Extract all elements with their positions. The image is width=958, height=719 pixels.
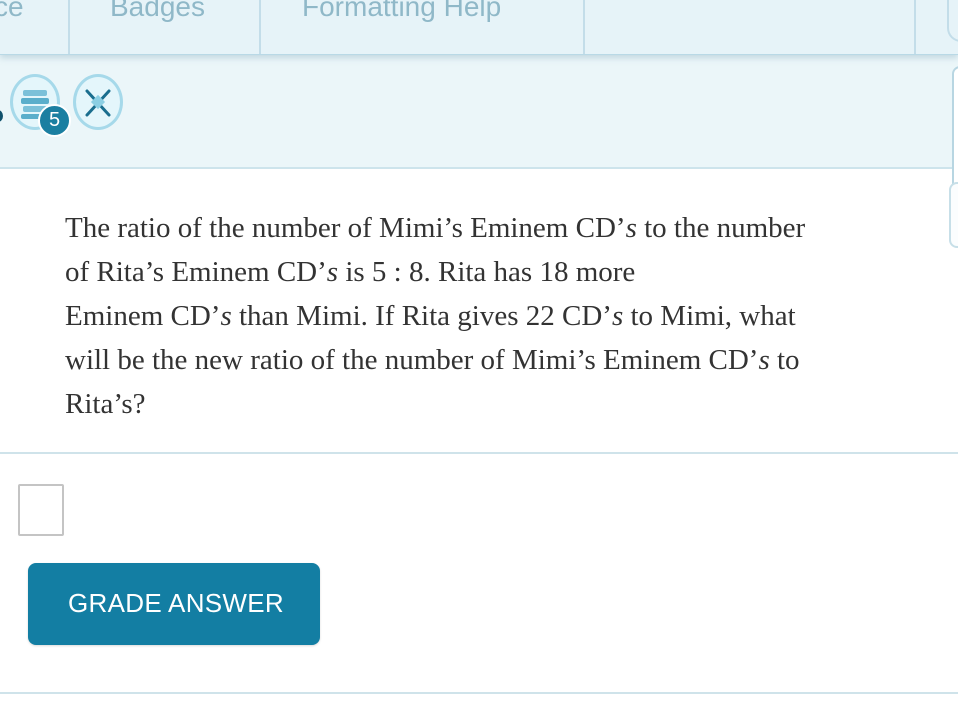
question-text: The ratio of the number of Mimi’s Eminem… (65, 206, 895, 426)
math-variable: s (220, 300, 232, 332)
math-variable: s (625, 212, 637, 244)
question-line: Rita’s? (65, 388, 146, 420)
tab-badges[interactable]: Badges (70, 0, 261, 54)
tab-bar-edge (947, 0, 958, 42)
tools-badge-icon[interactable] (73, 74, 123, 130)
section-divider (0, 452, 958, 454)
math-variable: s (326, 256, 339, 288)
question-line: Eminem CD’s than Mimi. If Rita gives 22 … (65, 294, 895, 338)
question-fragment: The ratio of the number of Mimi’s Eminem… (65, 212, 626, 244)
tab-badges-label: Badges (110, 0, 205, 22)
question-fragment: is 5 : 8. Rita has 18 more (338, 256, 636, 288)
question-fragment: to (769, 344, 800, 376)
section-divider (0, 692, 958, 694)
math-variable: s (611, 300, 624, 332)
answer-input[interactable] (18, 484, 64, 536)
grade-answer-button[interactable]: GRADE ANSWER (28, 563, 320, 645)
question-line: of Rita’s Eminem CD’s is 5 : 8. Rita has… (65, 250, 895, 294)
tab-formatting-help[interactable]: Formatting Help (261, 0, 585, 54)
badge-partial-icon (0, 110, 3, 122)
grade-answer-label: GRADE ANSWER (68, 588, 284, 618)
question-fragment: to the number (636, 212, 806, 244)
tab-formatting-help-label: Formatting Help (302, 0, 502, 22)
badge-count: 5 (38, 104, 71, 137)
side-panel-tab[interactable] (949, 182, 958, 248)
question-fragment: than Mimi. If Rita gives 22 CD’ (231, 300, 612, 332)
question-fragment: will be the new ratio of the number of M… (65, 344, 759, 376)
tab-empty (585, 0, 916, 54)
question-fragment: of Rita’s Eminem CD’ (65, 256, 327, 288)
badge-row: 5 (0, 54, 958, 210)
page: ce Badges Formatting Help 5 The ratio of… (0, 0, 958, 719)
question-line: The ratio of the number of Mimi’s Eminem… (65, 206, 895, 250)
question-line: will be the new ratio of the number of M… (65, 338, 895, 382)
tab-practice-label: ce (0, 0, 24, 22)
tab-bar: ce Badges Formatting Help (0, 0, 958, 55)
pencil-ruler-icon (85, 89, 111, 117)
question-fragment: to Mimi, what (623, 300, 796, 332)
tab-practice[interactable]: ce (0, 0, 70, 54)
question-fragment: Eminem CD’ (65, 300, 221, 332)
math-variable: s (758, 344, 770, 376)
